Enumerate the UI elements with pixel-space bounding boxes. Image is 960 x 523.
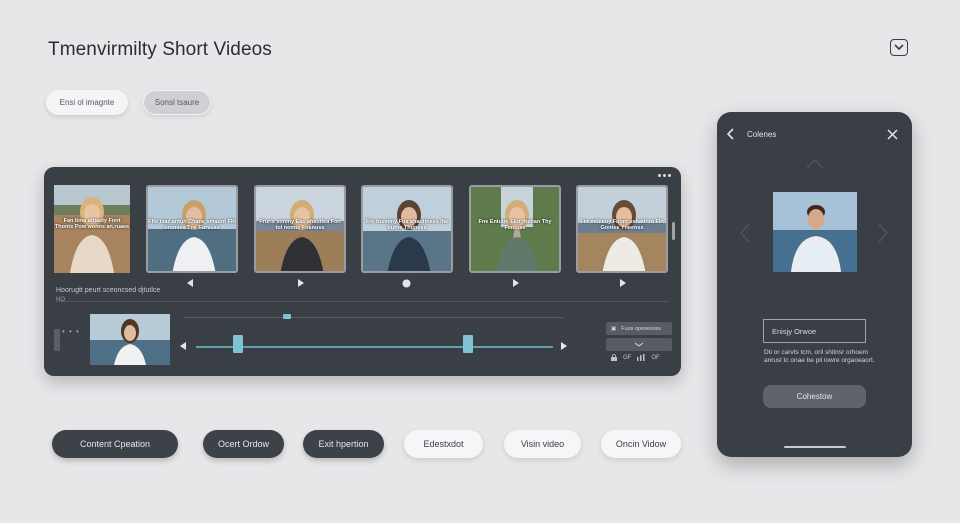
home-indicator <box>784 446 846 448</box>
timeline-track[interactable] <box>196 346 553 348</box>
trim-start-handle[interactable] <box>233 335 243 353</box>
chevron-down-icon <box>634 342 644 347</box>
name-field[interactable]: Enisjy Orwoe <box>763 319 866 343</box>
tab-source[interactable]: Sonsl tsaure <box>143 90 211 115</box>
timeline-track-upper[interactable] <box>184 317 564 318</box>
subtitle-text: Hoorugtt peurt sceoncsed djtutlce <box>56 287 161 294</box>
tab-image[interactable]: Ensi ol imagnte <box>46 90 128 115</box>
thumbnail-caption: Ffis tvaz antuh Chane smaunt Fhi orumies… <box>148 218 236 231</box>
scrollbar-handle[interactable] <box>672 222 675 240</box>
video-thumbnail[interactable]: Fan itma attiasty Fnnt Thonts Pow wonns … <box>54 185 130 273</box>
thumbnail-caption: Fne Entuire Ekir thetian Thy Fentuss <box>478 218 552 231</box>
video-thumbnail[interactable]: Fre tosmmy Fos ahautiness Ihe bufne Thun… <box>361 185 453 273</box>
thumbnail-caption: Fre tosmmy Fos ahautiness Ihe bufne Thun… <box>365 218 449 231</box>
divider <box>56 301 669 302</box>
content-creation-button[interactable]: Content Cpeation <box>52 430 178 458</box>
timeline-prev-icon[interactable] <box>180 342 187 350</box>
tool-icon-row: GF OF <box>611 354 660 361</box>
image-icon: ▣ <box>611 325 617 332</box>
tool-button-dropdown[interactable] <box>606 338 672 351</box>
tool-button-label: Fuus opesessss <box>621 325 661 332</box>
chevron-up-icon[interactable] <box>806 159 824 169</box>
back-icon[interactable] <box>727 128 735 140</box>
chevron-left-icon[interactable] <box>739 223 751 243</box>
profile-photo <box>773 192 857 272</box>
timeline-marker[interactable] <box>283 314 291 319</box>
video-thumbnail[interactable]: Fnt mtlevuy Fuom ushadnra Fin Gontes Yne… <box>576 185 668 273</box>
more-options-icon[interactable] <box>658 174 671 177</box>
chevron-right-icon[interactable] <box>877 223 889 243</box>
panel-title: Colenes <box>747 130 777 139</box>
confirm-button[interactable]: Cohestow <box>763 385 866 408</box>
tool-text-gf[interactable]: GF <box>623 355 631 361</box>
panel-description: Dti or carvts tcm, oril shitnsr orhoem a… <box>764 349 875 364</box>
video-editor-panel: Fan itma attiasty Fnnt Thonts Pow wonns … <box>44 167 681 376</box>
close-icon[interactable] <box>887 129 898 140</box>
video-thumbnail[interactable]: Fne Entuire Ekir thetian Thy Fentuss <box>469 185 561 273</box>
preview-panel: Colenes Enisjy Orwoe Dti or carvts tcm, … <box>717 112 912 457</box>
play-icon[interactable] <box>512 279 520 287</box>
thumbnail-caption: Fruris sonmy Eas ahautiea Fon tol nomte … <box>259 218 341 231</box>
exit-insertion-button[interactable]: Exit hpertion <box>303 430 384 458</box>
thumbnail-caption: Fan itma attiasty Fnnt Thonts Pow wonns … <box>54 218 130 231</box>
tool-button-top[interactable]: ▣ Fuus opesessss <box>606 322 672 335</box>
profile-photo-image <box>773 192 857 272</box>
play-icon[interactable] <box>297 279 305 287</box>
timeline-next-icon[interactable] <box>560 342 567 350</box>
more-dots-icon[interactable]: • • • <box>62 327 80 336</box>
play-left-icon[interactable] <box>186 279 194 287</box>
timeline-preview[interactable] <box>90 314 170 365</box>
side-tab[interactable] <box>54 329 60 351</box>
page-title: Tmenvirmilty Short Videos <box>48 39 272 60</box>
video-thumbnail[interactable]: Ffis tvaz antuh Chane smaunt Fhi orumies… <box>146 185 238 273</box>
visit-video-button[interactable]: Visin video <box>504 430 581 458</box>
quality-label: HO <box>56 297 65 303</box>
bars-icon[interactable] <box>637 354 645 361</box>
thumbnail-caption: Fnt mtlevuy Fuom ushadnra Fin Gontes Yne… <box>580 218 664 231</box>
online-video-button[interactable]: Oncin Vidow <box>601 430 681 458</box>
chevron-down-icon[interactable] <box>890 39 908 56</box>
video-thumbnail[interactable]: Fruris sonmy Eas ahautiea Fon tol nomte … <box>254 185 346 273</box>
tool-text-of[interactable]: OF <box>651 355 659 361</box>
play-icon[interactable] <box>619 279 627 287</box>
record-icon[interactable] <box>402 279 411 288</box>
lock-icon[interactable] <box>611 354 617 361</box>
cert-order-button[interactable]: Ocert Ordow <box>203 430 284 458</box>
timeline-preview-image <box>90 314 170 365</box>
trim-end-handle[interactable] <box>463 335 473 353</box>
edit-text-button[interactable]: Edestxdot <box>404 430 483 458</box>
